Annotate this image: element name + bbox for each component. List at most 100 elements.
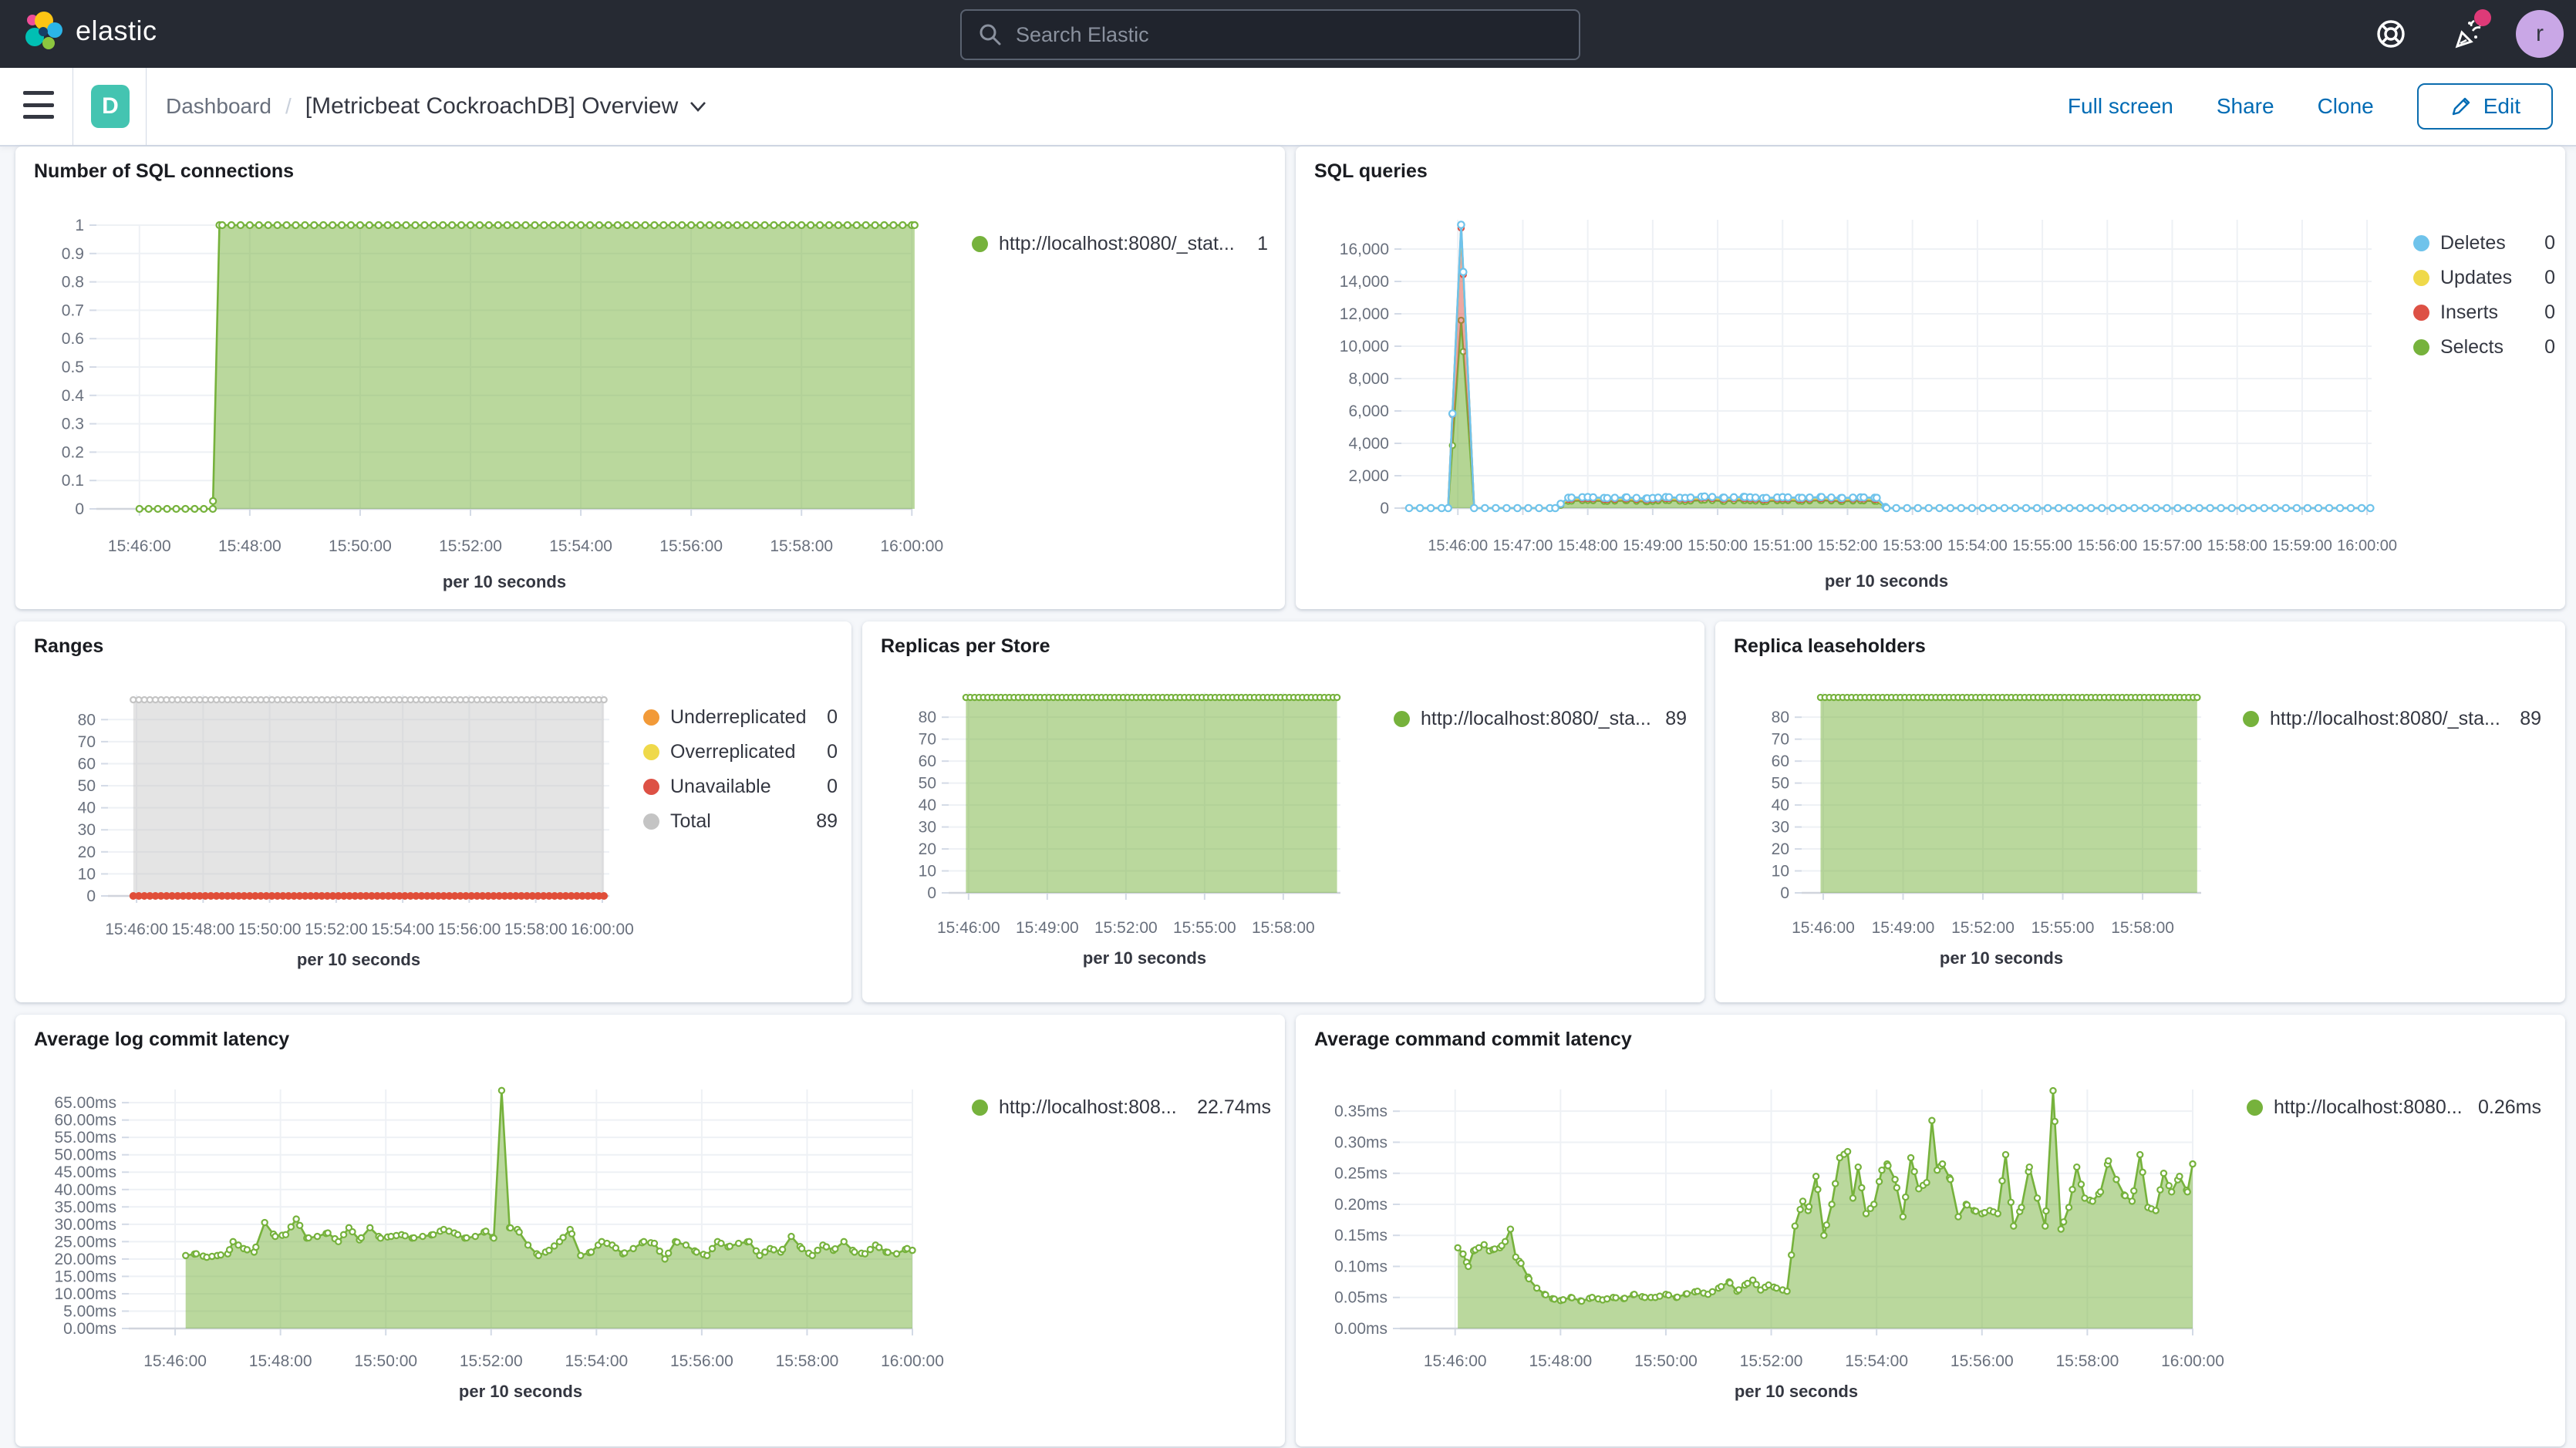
global-search	[960, 9, 1580, 60]
chart-replicas-per-store[interactable]: 8070605040302010015:46:0015:49:0015:52:0…	[862, 621, 1704, 1002]
share-button[interactable]: Share	[2217, 94, 2274, 119]
kibana-dashboard-app: elastic	[0, 0, 2576, 1448]
svg-text:15:50:00: 15:50:00	[1688, 537, 1748, 554]
panel-average-log-commit-latency: Average log commit latency 65.00ms60.00m…	[15, 1015, 1285, 1446]
legend-item[interactable]: Inserts0	[2413, 295, 2555, 330]
svg-text:0.00ms: 0.00ms	[1334, 1320, 1387, 1338]
panel-title[interactable]: Average log commit latency	[34, 1029, 289, 1051]
legend-item[interactable]: http://localhost:8080/_sta...89	[1394, 702, 1687, 736]
chart-average-command-commit-latency[interactable]: 0.35ms0.30ms0.25ms0.20ms0.15ms0.10ms0.05…	[1296, 1015, 2565, 1446]
full-screen-button[interactable]: Full screen	[2068, 94, 2173, 119]
svg-text:15:58:00: 15:58:00	[2207, 537, 2267, 554]
legend-item[interactable]: Unavailable0	[643, 769, 838, 804]
svg-text:15:52:00: 15:52:00	[1818, 537, 1878, 554]
chart-svg: 10.90.80.70.60.50.40.30.20.1015:46:0015:…	[15, 146, 1285, 609]
svg-text:30.00ms: 30.00ms	[54, 1216, 116, 1234]
breadcrumb-dashboard-link[interactable]: Dashboard	[166, 94, 271, 119]
elastic-logo[interactable]: elastic	[23, 11, 157, 51]
svg-text:15:52:00: 15:52:00	[460, 1352, 523, 1370]
chart-ranges[interactable]: 8070605040302010015:46:0015:48:0015:50:0…	[15, 621, 851, 1002]
svg-text:40: 40	[1772, 796, 1789, 814]
svg-text:15:50:00: 15:50:00	[238, 921, 302, 938]
legend-item[interactable]: Selects0	[2413, 330, 2555, 365]
chart-number-of-sql-connections[interactable]: 10.90.80.70.60.50.40.30.20.1015:46:0015:…	[15, 146, 1285, 609]
svg-text:15:50:00: 15:50:00	[354, 1352, 417, 1370]
panel-title[interactable]: Ranges	[34, 635, 103, 658]
svg-text:50: 50	[1772, 775, 1789, 793]
legend-item[interactable]: http://localhost:8080...0.26ms	[2247, 1090, 2541, 1125]
breadcrumb: Dashboard / [Metricbeat CockroachDB] Ove…	[166, 68, 707, 145]
dashboard-title-button[interactable]: [Metricbeat CockroachDB] Overview	[305, 93, 708, 120]
panel-title[interactable]: Number of SQL connections	[34, 160, 294, 183]
user-avatar[interactable]: r	[2516, 10, 2564, 58]
panel-title[interactable]: Replica leaseholders	[1734, 635, 1926, 658]
legend-label: http://localhost:8080/_sta...	[1421, 708, 1657, 730]
legend-item[interactable]: http://localhost:8080/_sta...89	[2243, 702, 2541, 736]
news-button[interactable]	[2451, 17, 2485, 51]
chart-legend: http://localhost:8080...0.26ms	[2247, 1090, 2541, 1125]
svg-text:60: 60	[1772, 753, 1789, 770]
svg-text:15:46:00: 15:46:00	[1424, 1352, 1487, 1370]
legend-label: Updates	[2440, 267, 2537, 289]
edit-button[interactable]: Edit	[2417, 83, 2553, 130]
legend-item[interactable]: Updates 0	[2413, 261, 2555, 295]
svg-text:15:46:00: 15:46:00	[1428, 537, 1488, 554]
notification-dot	[2474, 9, 2491, 26]
menu-button[interactable]	[23, 91, 54, 119]
svg-text:65.00ms: 65.00ms	[54, 1094, 116, 1112]
gridlines	[1401, 220, 2372, 508]
chart-sql-queries[interactable]: 16,00014,00012,00010,0008,0006,0004,0002…	[1296, 146, 2565, 609]
chart-svg: 0.35ms0.30ms0.25ms0.20ms0.15ms0.10ms0.05…	[1296, 1015, 2565, 1446]
series-color-dot	[1394, 711, 1410, 727]
x-axis-title: per 10 seconds	[1825, 571, 1948, 591]
legend-value: 0.26ms	[2478, 1096, 2541, 1119]
svg-text:15:58:00: 15:58:00	[2111, 919, 2174, 937]
svg-text:15:54:00: 15:54:00	[565, 1352, 628, 1370]
panel-ranges: Ranges 8070605040302010015:46:0015:48:00…	[15, 621, 851, 1002]
svg-text:16:00:00: 16:00:00	[571, 921, 634, 938]
series-http-localhost-8080-sta-	[1818, 695, 2200, 893]
series-inserts	[1407, 225, 2373, 510]
svg-text:15:48:00: 15:48:00	[249, 1352, 312, 1370]
svg-text:15:53:00: 15:53:00	[1883, 537, 1943, 554]
series-color-dot	[643, 813, 659, 830]
svg-text:0.05ms: 0.05ms	[1334, 1289, 1387, 1307]
series-http-localhost-8080-sta-	[963, 695, 1340, 893]
legend-item[interactable]: http://localhost:8080/_stat...1	[972, 227, 1268, 261]
legend-value: 89	[816, 810, 838, 833]
chart-svg: 65.00ms60.00ms55.00ms50.00ms45.00ms40.00…	[15, 1015, 1285, 1446]
x-axis-title: per 10 seconds	[297, 950, 420, 969]
svg-text:10: 10	[1772, 863, 1789, 881]
svg-text:15:58:00: 15:58:00	[776, 1352, 839, 1370]
series-color-dot	[2413, 305, 2429, 321]
legend-value: 0	[2544, 267, 2555, 289]
legend-item[interactable]: http://localhost:808...22.74ms	[972, 1090, 1271, 1125]
svg-text:1: 1	[75, 217, 84, 234]
chart-average-log-commit-latency[interactable]: 65.00ms60.00ms55.00ms50.00ms45.00ms40.00…	[15, 1015, 1285, 1446]
series-color-dot	[2243, 711, 2259, 727]
svg-text:25.00ms: 25.00ms	[54, 1233, 116, 1251]
svg-text:15:56:00: 15:56:00	[1951, 1352, 2014, 1370]
svg-text:15:48:00: 15:48:00	[171, 921, 234, 938]
legend-item[interactable]: Underreplicated0	[643, 700, 838, 735]
search-input[interactable]	[1014, 22, 1579, 48]
legend-item[interactable]: Total89	[643, 804, 838, 839]
legend-item[interactable]: Deletes0	[2413, 226, 2555, 261]
legend-item[interactable]: Overreplicated0	[643, 735, 838, 769]
panel-title[interactable]: Replicas per Store	[881, 635, 1050, 658]
svg-text:30: 30	[1772, 819, 1789, 837]
svg-text:15:56:00: 15:56:00	[438, 921, 501, 938]
svg-text:40: 40	[919, 796, 936, 814]
panel-title[interactable]: SQL queries	[1314, 160, 1428, 183]
svg-text:15:46:00: 15:46:00	[105, 921, 168, 938]
svg-text:4,000: 4,000	[1348, 435, 1389, 453]
chart-replica-leaseholders[interactable]: 8070605040302010015:46:0015:49:0015:52:0…	[1715, 621, 2565, 1002]
svg-text:55.00ms: 55.00ms	[54, 1129, 116, 1147]
clone-button[interactable]: Clone	[2318, 94, 2374, 119]
panel-title[interactable]: Average command commit latency	[1314, 1029, 1632, 1051]
help-button[interactable]	[2374, 17, 2408, 51]
legend-value: 89	[2520, 708, 2541, 730]
svg-text:10: 10	[78, 865, 96, 883]
legend-label: Underreplicated	[670, 706, 819, 729]
series-updates	[1409, 228, 2370, 508]
